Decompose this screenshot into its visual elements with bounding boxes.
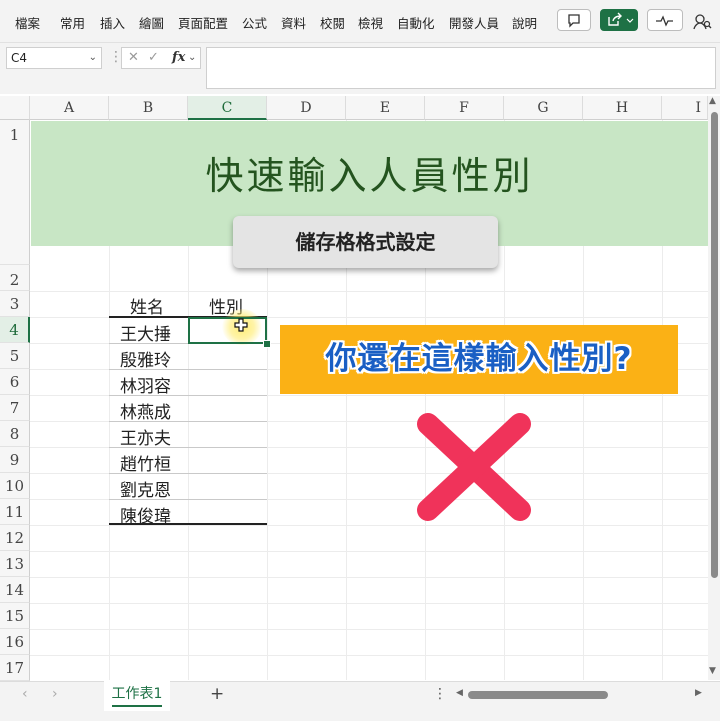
row-header-7[interactable]: 7 <box>0 395 30 421</box>
cell-cursor-icon <box>234 318 248 332</box>
gridline <box>30 577 708 578</box>
column-header-g[interactable]: G <box>504 96 583 120</box>
active-cell-c4[interactable] <box>188 317 267 344</box>
gridline <box>30 629 708 630</box>
sheet-tab-label: 工作表1 <box>111 686 163 702</box>
column-header-c[interactable]: C <box>188 96 267 120</box>
share-icon <box>608 12 634 26</box>
callout-text: 你還在這樣輸入性別? <box>325 341 633 377</box>
formula-bar: C4 ⌄ ⋮ ✕ ✓ fx ⌄ <box>0 43 720 94</box>
column-header-e[interactable]: E <box>346 96 425 120</box>
row-rule <box>109 421 267 422</box>
row-header-10[interactable]: 10 <box>0 473 30 499</box>
row-header-1[interactable]: 1 <box>0 120 30 265</box>
row-rule <box>109 395 267 396</box>
share-button[interactable] <box>600 9 638 31</box>
row-header-6[interactable]: 6 <box>0 369 30 395</box>
comments-button[interactable] <box>557 9 591 31</box>
gridline <box>30 291 708 292</box>
sheet-tab-1[interactable]: 工作表1 <box>104 681 170 711</box>
vertical-scroll-thumb[interactable] <box>711 112 718 578</box>
insert-function-button[interactable]: fx <box>172 48 185 68</box>
row-header-4[interactable]: 4 <box>0 317 30 343</box>
formula-controls: ✕ ✓ fx ⌄ <box>121 47 201 69</box>
row-rule <box>109 499 267 500</box>
more-options-icon[interactable]: ⋮ <box>433 686 447 702</box>
column-header-h[interactable]: H <box>583 96 662 120</box>
active-tab-underline <box>112 705 162 707</box>
tab-page-layout[interactable]: 頁面配置 <box>178 13 228 32</box>
scroll-up-icon[interactable]: ▲ <box>709 96 716 106</box>
column-header-f[interactable]: F <box>425 96 504 120</box>
tab-insert[interactable]: 插入 <box>100 13 125 32</box>
x-mark-icon <box>417 413 531 521</box>
table-row[interactable]: 林羽容 <box>120 372 171 397</box>
row-header-14[interactable]: 14 <box>0 577 30 603</box>
row-header-16[interactable]: 16 <box>0 629 30 655</box>
gridline <box>30 551 708 552</box>
horizontal-scroll-thumb[interactable] <box>468 691 608 699</box>
confirm-icon[interactable]: ✓ <box>148 48 159 68</box>
add-sheet-button[interactable]: + <box>210 684 224 704</box>
question-callout: 你還在這樣輸入性別? <box>280 325 678 394</box>
tab-help[interactable]: 說明 <box>512 13 537 32</box>
activity-icon <box>656 15 673 27</box>
row-header-3[interactable]: 3 <box>0 291 30 317</box>
scroll-left-icon[interactable]: ◀ <box>456 688 463 698</box>
row-header-2[interactable]: 2 <box>0 265 30 291</box>
table-row[interactable]: 王大捶 <box>120 320 171 345</box>
tab-automate[interactable]: 自動化 <box>397 13 435 32</box>
page-title: 快速輸入人員性別 <box>205 154 534 198</box>
tab-home[interactable]: 常用 <box>60 13 85 32</box>
prev-sheet-icon[interactable]: ‹ <box>22 686 28 702</box>
tab-review[interactable]: 校閱 <box>320 13 345 32</box>
row-rule <box>109 447 267 448</box>
subtitle-tag: 儲存格格式設定 <box>233 216 498 268</box>
row-header-17[interactable]: 17 <box>0 655 30 681</box>
column-header-d[interactable]: D <box>267 96 346 120</box>
tab-formulas[interactable]: 公式 <box>242 13 267 32</box>
chevron-down-icon[interactable]: ⌄ <box>188 48 196 68</box>
column-header-b[interactable]: B <box>109 96 188 120</box>
table-row[interactable]: 王亦夫 <box>120 424 171 449</box>
row-header-15[interactable]: 15 <box>0 603 30 629</box>
fill-handle[interactable] <box>263 340 271 348</box>
table-row[interactable]: 林燕成 <box>120 398 171 423</box>
activity-button[interactable] <box>647 9 683 31</box>
name-box-value: C4 <box>11 51 28 65</box>
tab-developer[interactable]: 開發人員 <box>449 13 499 32</box>
column-header-a[interactable]: A <box>30 96 109 120</box>
table-row[interactable]: 殷雅玲 <box>120 346 171 371</box>
table-row[interactable]: 劉克恩 <box>120 476 171 501</box>
row-rule <box>109 369 267 370</box>
row-header-12[interactable]: 12 <box>0 525 30 551</box>
chevron-down-icon[interactable]: ⌄ <box>89 48 97 68</box>
gridline <box>30 603 708 604</box>
comment-icon <box>568 14 580 28</box>
cancel-icon[interactable]: ✕ <box>128 48 139 68</box>
ribbon-menubar: 檔案 常用 插入 繪圖 頁面配置 公式 資料 校閱 檢視 自動化 開發人員 說明 <box>0 0 720 43</box>
tab-data[interactable]: 資料 <box>281 13 306 32</box>
row-header-5[interactable]: 5 <box>0 343 30 369</box>
people-search-icon[interactable] <box>692 12 712 32</box>
row-header-8[interactable]: 8 <box>0 421 30 447</box>
name-box[interactable]: C4 ⌄ <box>6 47 102 69</box>
column-header-i[interactable]: I <box>662 96 708 120</box>
next-sheet-icon[interactable]: › <box>52 686 58 702</box>
row-header-13[interactable]: 13 <box>0 551 30 577</box>
scroll-down-icon[interactable]: ▼ <box>709 666 716 676</box>
tab-draw[interactable]: 繪圖 <box>139 13 164 32</box>
select-all-corner[interactable] <box>0 96 30 120</box>
table-row[interactable]: 趙竹桓 <box>120 450 171 475</box>
row-header-9[interactable]: 9 <box>0 447 30 473</box>
table-bottom-rule <box>109 523 267 525</box>
row-header-11[interactable]: 11 <box>0 499 30 525</box>
tab-file[interactable]: 檔案 <box>15 13 40 32</box>
formula-input[interactable] <box>206 47 716 89</box>
header-name: 姓名 <box>130 298 164 318</box>
scroll-right-icon[interactable]: ▶ <box>695 688 702 698</box>
tab-view[interactable]: 檢視 <box>358 13 383 32</box>
row-rule <box>109 473 267 474</box>
gridline <box>30 655 708 656</box>
